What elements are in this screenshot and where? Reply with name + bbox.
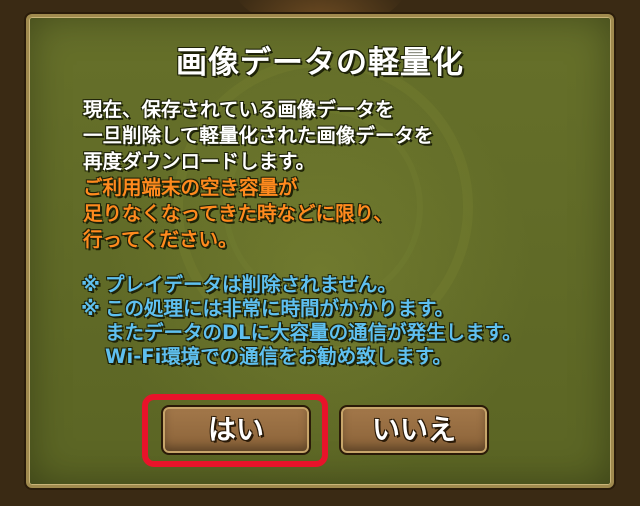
note-2-continued-2: Wi-Fi環境での通信をお勧め致します。 <box>105 345 452 368</box>
warning-line-3: 行ってください。 <box>83 228 238 251</box>
dialog-title: 画像データの軽量化 <box>176 45 464 81</box>
warning-line-2: 足りなくなってきた時などに限り、 <box>83 202 393 225</box>
notes-section: ※ プレイデータは削除されません。 ※ この処理には非常に時間がかかります。 ま… <box>81 273 611 369</box>
description-line-2: 一旦削除して軽量化された画像データを <box>83 124 434 147</box>
note-mark: ※ <box>81 273 100 296</box>
yes-button[interactable]: はい <box>161 405 311 455</box>
note-2: この処理には非常に時間がかかります。 <box>105 297 455 320</box>
note-row-1: ※ プレイデータは削除されません。 <box>81 273 611 297</box>
note-mark: ※ <box>81 297 100 320</box>
description-line-1: 現在、保存されている画像データを <box>83 98 395 121</box>
no-button[interactable]: いいえ <box>339 405 489 455</box>
note-row-2: ※ この処理には非常に時間がかかります。 <box>81 297 611 321</box>
lightweight-data-dialog: 画像データの軽量化 現在、保存されている画像データを 一旦削除して軽量化された画… <box>26 14 614 488</box>
warning-line-1: ご利用端末の空き容量が <box>83 176 298 199</box>
description-line-3: 再度ダウンロードします。 <box>83 150 316 173</box>
note-2-continued-1: またデータのDLに大容量の通信が発生します。 <box>105 321 522 344</box>
note-1: プレイデータは削除されません。 <box>105 273 397 296</box>
dialog-body: 現在、保存されている画像データを 一旦削除して軽量化された画像データを 再度ダウ… <box>83 97 603 253</box>
